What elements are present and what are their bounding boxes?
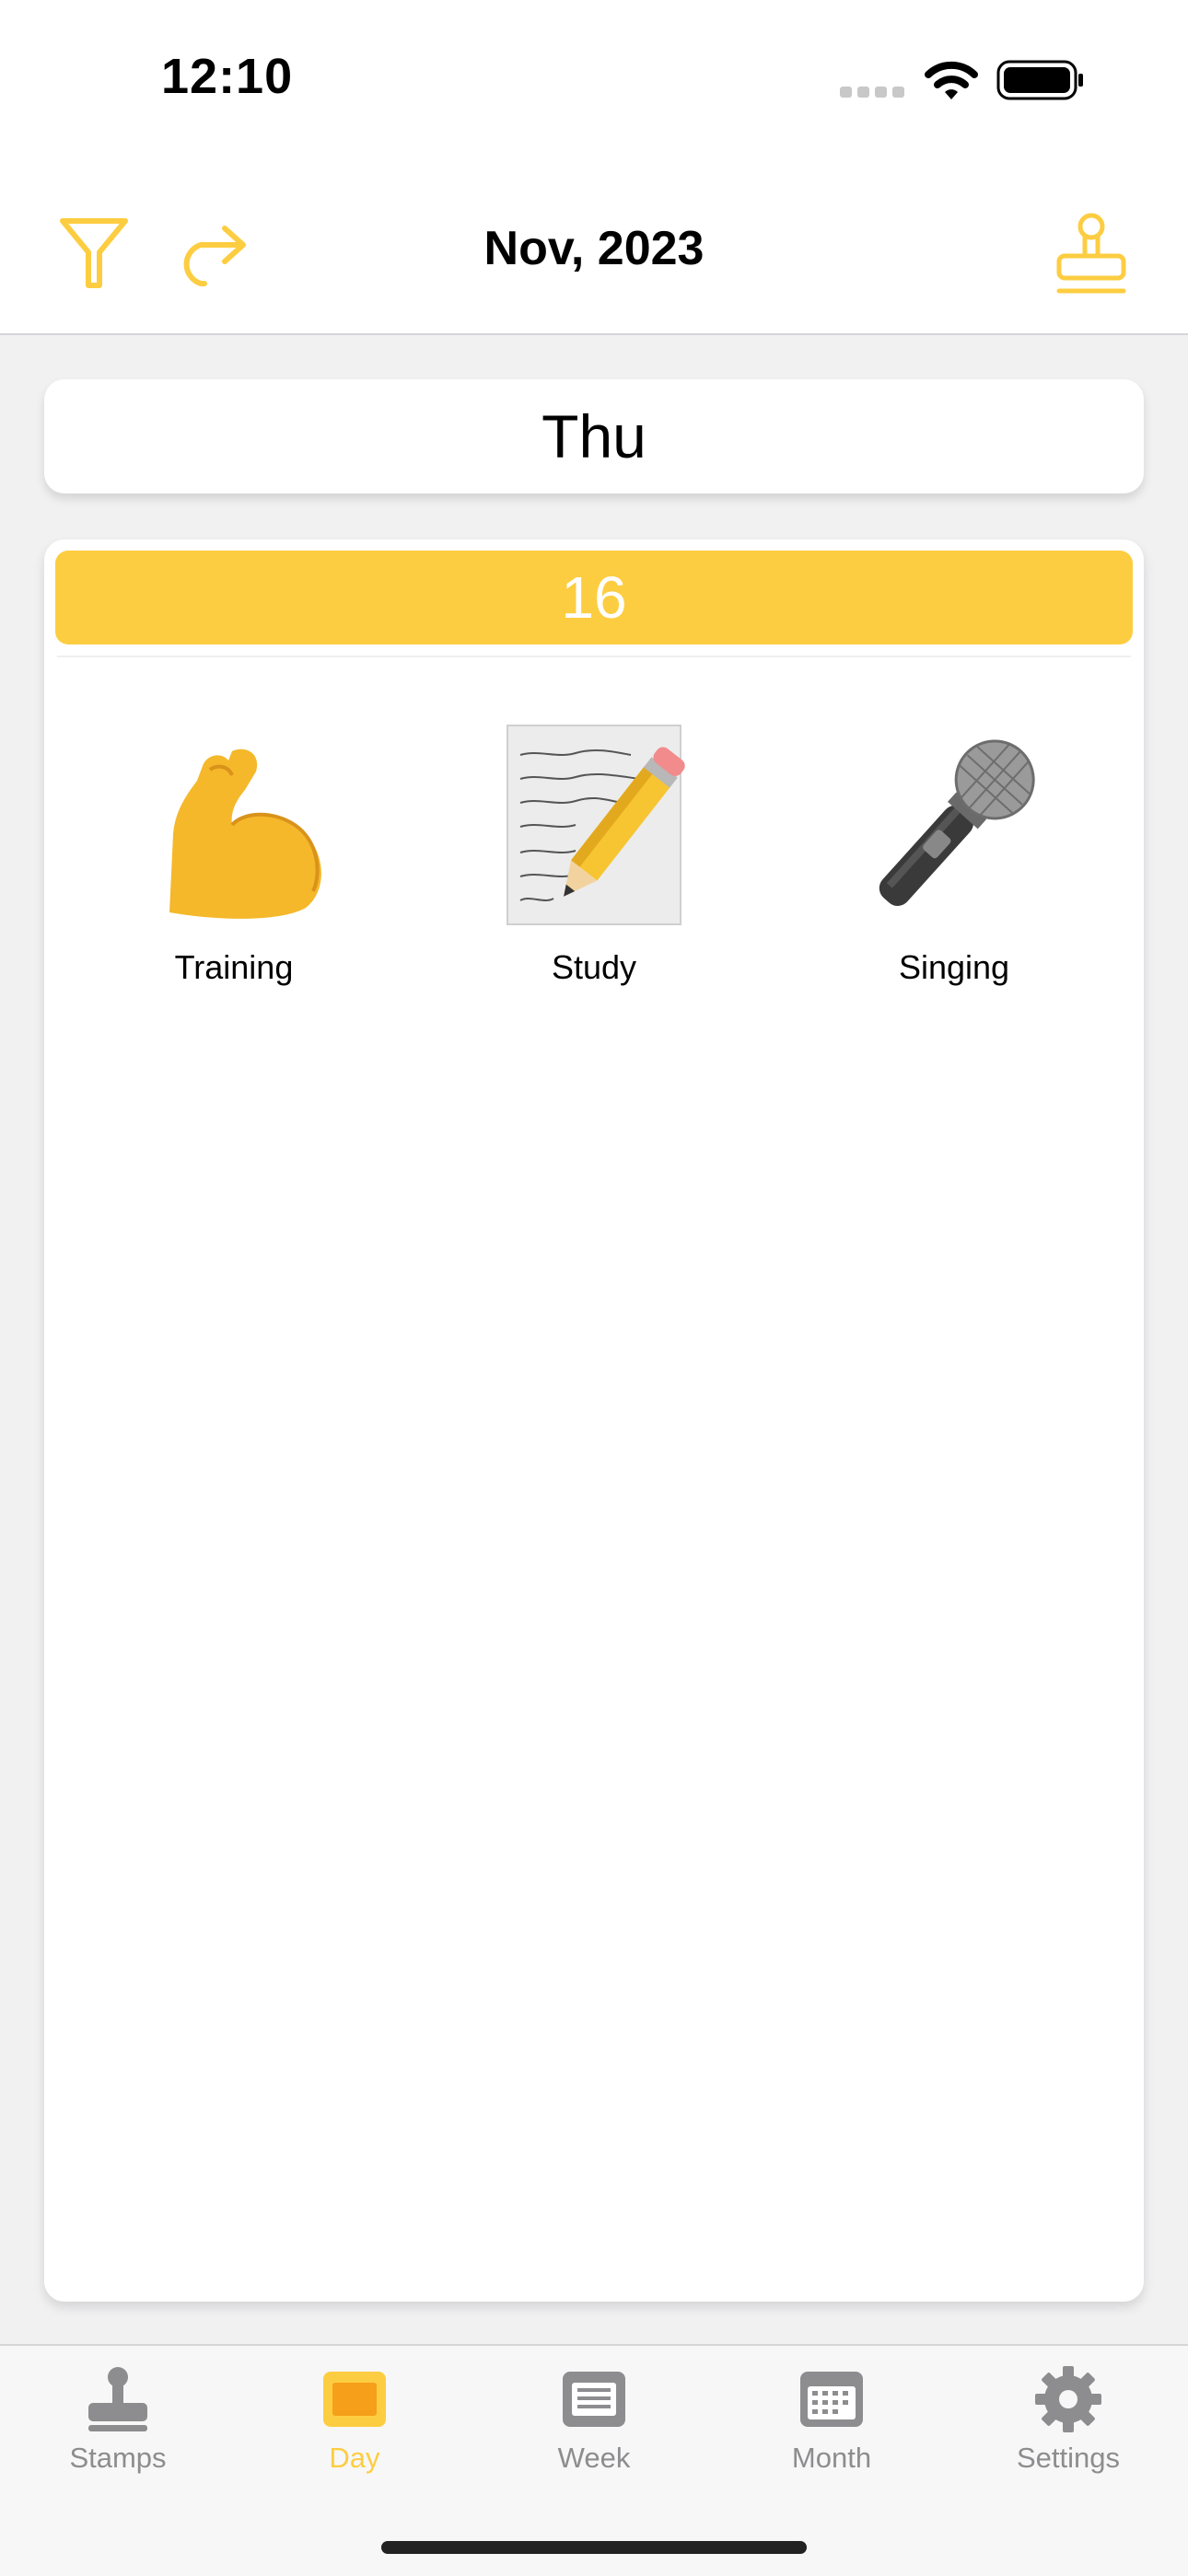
weekday-label: Thu <box>542 402 646 470</box>
tab-label-day: Day <box>329 2442 380 2474</box>
tab-label-month: Month <box>791 2442 872 2474</box>
status-bar: 12:10 <box>0 0 1188 175</box>
tab-label-stamps: Stamps <box>69 2442 167 2474</box>
stamp-label-training: Training <box>174 948 294 986</box>
day-icon <box>323 2372 386 2427</box>
gear-icon <box>1035 2366 1101 2432</box>
tab-label-settings: Settings <box>1016 2442 1120 2474</box>
microphone-icon <box>879 739 1035 907</box>
status-time: 12:10 <box>161 49 294 104</box>
date-band: 16 <box>55 551 1133 644</box>
tab-stamps[interactable]: Stamps <box>26 2364 210 2475</box>
battery-icon <box>996 60 1083 100</box>
month-icon <box>800 2372 863 2427</box>
tab-month[interactable]: Month <box>740 2364 924 2475</box>
stamp-label-singing: Singing <box>898 948 1010 986</box>
tab-day[interactable]: Day <box>262 2364 447 2475</box>
stamp-item-singing[interactable]: Singing <box>788 724 1120 987</box>
stamp-icon[interactable] <box>1052 210 1131 298</box>
tab-week[interactable]: Week <box>502 2364 686 2475</box>
memo-pencil-icon <box>507 725 685 925</box>
stamp-item-training[interactable]: Training <box>68 724 400 987</box>
stamp-icon <box>88 2367 147 2431</box>
stamp-item-study[interactable]: Study <box>428 724 760 987</box>
navigation-bar: Nov, 2023 <box>0 175 1188 335</box>
stamp-label-study: Study <box>551 948 637 986</box>
wifi-icon <box>925 61 978 99</box>
day-card: 16 Training Study Singing <box>44 540 1144 2302</box>
page-title: Nov, 2023 <box>483 222 705 275</box>
home-indicator <box>381 2541 807 2554</box>
flexed-biceps-icon <box>169 748 321 919</box>
week-icon <box>563 2372 625 2427</box>
cellular-signal-icon <box>840 87 904 98</box>
tab-settings[interactable]: Settings <box>976 2364 1160 2475</box>
date-number: 16 <box>561 564 627 631</box>
weekday-header: Thu <box>44 379 1144 493</box>
tab-label-week: Week <box>557 2442 631 2474</box>
divider <box>57 656 1131 657</box>
